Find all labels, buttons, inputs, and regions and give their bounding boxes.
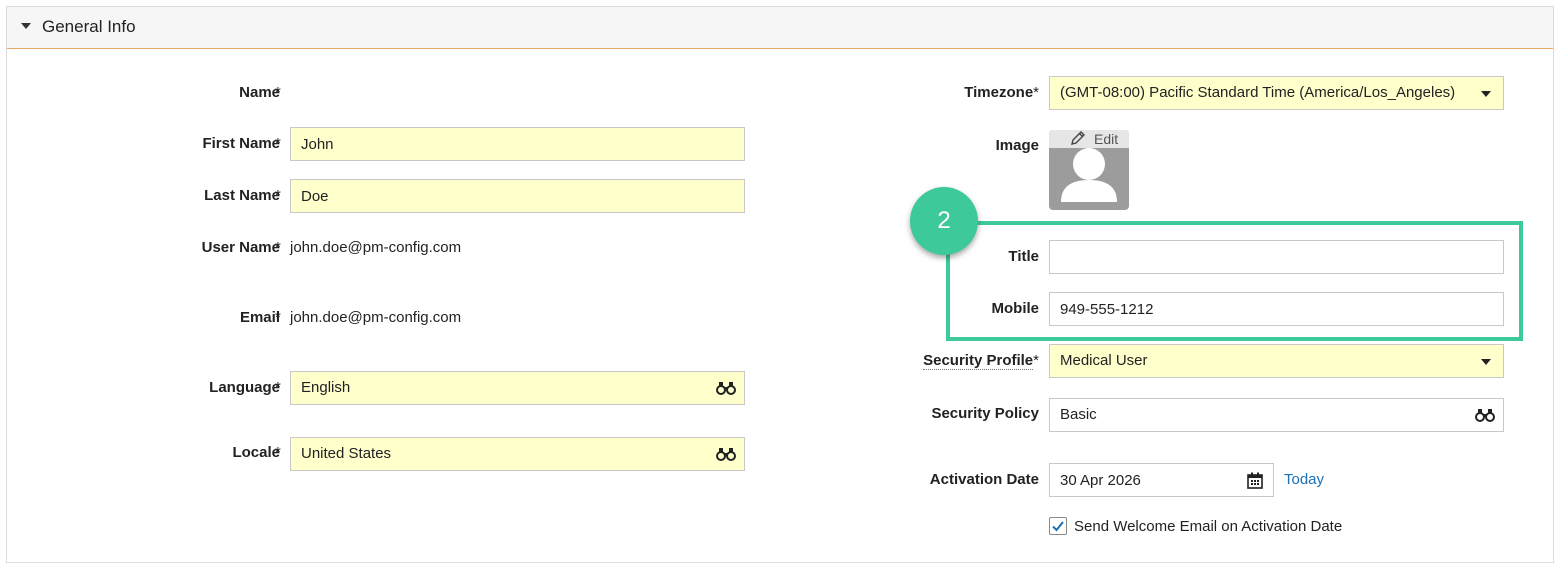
- activation-date-field[interactable]: [1049, 463, 1274, 497]
- required-marker: *: [275, 84, 281, 101]
- timezone-label: Timezone*: [964, 84, 1039, 101]
- first-name-input[interactable]: [301, 128, 734, 160]
- required-marker: *: [275, 444, 281, 461]
- required-marker: *: [1033, 84, 1039, 101]
- required-marker: *: [1033, 352, 1039, 369]
- binoculars-icon[interactable]: [716, 381, 736, 395]
- user-name-value: john.doe@pm-config.com: [290, 239, 462, 256]
- required-marker: *: [275, 187, 281, 204]
- language-value: English: [301, 379, 351, 396]
- caret-down-icon[interactable]: [21, 23, 31, 29]
- security-profile-value: Medical User: [1060, 352, 1148, 369]
- security-policy-label: Security Policy: [931, 405, 1039, 422]
- general-info-header[interactable]: General Info: [7, 7, 1553, 49]
- calendar-icon[interactable]: [1247, 472, 1263, 489]
- required-marker: *: [275, 379, 281, 396]
- timezone-select[interactable]: (GMT-08:00) Pacific Standard Time (Ameri…: [1049, 76, 1504, 110]
- security-profile-label[interactable]: Security Profile*: [923, 352, 1039, 370]
- email-label: Email: [239, 309, 280, 326]
- language-label: Language: [209, 379, 280, 396]
- security-profile-select[interactable]: Medical User: [1049, 344, 1504, 378]
- security-policy-value: Basic: [1060, 406, 1097, 423]
- image-label: Image: [995, 137, 1039, 154]
- avatar[interactable]: Edit: [1049, 130, 1129, 210]
- image-edit-label[interactable]: Edit: [1094, 131, 1118, 147]
- last-name-label: Last Name: [204, 187, 280, 204]
- locale-field[interactable]: United States: [290, 437, 745, 471]
- activation-date-input[interactable]: [1060, 464, 1237, 496]
- name-label: Name: [239, 84, 280, 101]
- required-marker: *: [275, 135, 281, 152]
- today-link[interactable]: Today: [1284, 471, 1324, 488]
- checkmark-icon: [1052, 521, 1064, 532]
- timezone-value: (GMT-08:00) Pacific Standard Time (Ameri…: [1060, 84, 1456, 101]
- section-title: General Info: [42, 17, 136, 36]
- welcome-email-label[interactable]: Send Welcome Email on Activation Date: [1074, 518, 1342, 535]
- security-policy-field[interactable]: Basic: [1049, 398, 1504, 432]
- user-name-label: User Name: [201, 239, 280, 256]
- first-name-label: First Name: [202, 135, 280, 152]
- binoculars-icon[interactable]: [716, 447, 736, 461]
- last-name-field[interactable]: [290, 179, 745, 213]
- activation-date-label: Activation Date: [929, 471, 1039, 488]
- step-badge: 2: [910, 187, 978, 255]
- locale-label: Locale: [232, 444, 280, 461]
- image-edit-bar[interactable]: Edit: [1049, 130, 1129, 148]
- required-marker: *: [275, 309, 281, 326]
- email-value: john.doe@pm-config.com: [290, 309, 462, 326]
- chevron-down-icon[interactable]: [1481, 359, 1491, 365]
- last-name-input[interactable]: [301, 180, 734, 212]
- locale-value: United States: [301, 445, 392, 462]
- welcome-email-checkbox[interactable]: [1049, 517, 1067, 535]
- pencil-icon[interactable]: [1069, 131, 1087, 147]
- callout-highlight-box: [946, 221, 1523, 341]
- required-marker: *: [275, 239, 281, 256]
- language-field[interactable]: English: [290, 371, 745, 405]
- binoculars-icon[interactable]: [1475, 408, 1495, 422]
- chevron-down-icon[interactable]: [1481, 91, 1491, 97]
- first-name-field[interactable]: [290, 127, 745, 161]
